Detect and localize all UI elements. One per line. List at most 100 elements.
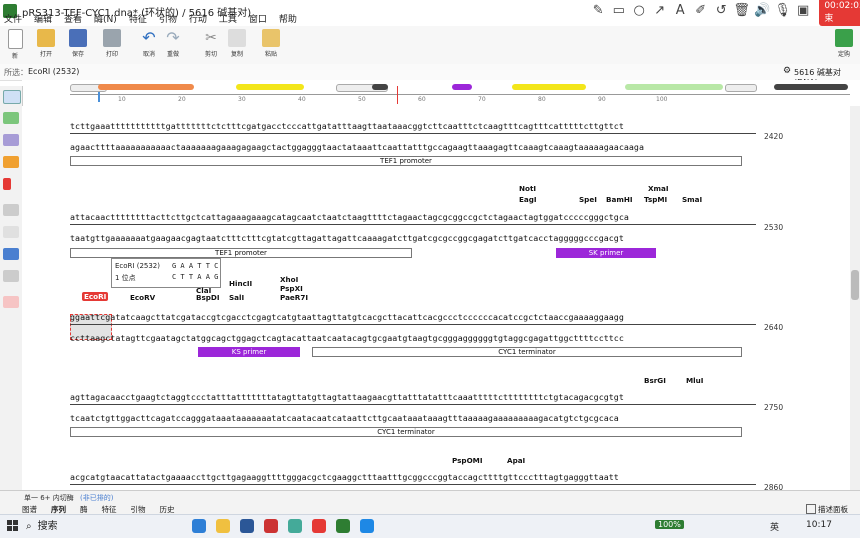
highlighter-icon[interactable]: ✐: [690, 1, 710, 21]
scrollbar-thumb[interactable]: [851, 270, 859, 300]
enzyme-label[interactable]: SalI: [229, 293, 244, 302]
lines-icon[interactable]: [3, 134, 19, 146]
map-feature-yellow[interactable]: [236, 84, 304, 90]
top-strand[interactable]: attacaacttttttttacttcttgctcattagaaagaaag…: [70, 212, 629, 222]
linear-map[interactable]: 10 20 30 40 50 60 70 80 90 100: [22, 80, 860, 107]
circle-icon[interactable]: ○: [629, 1, 649, 21]
top-strand[interactable]: agttagacaacctgaagtctaggtccctatttattttttt…: [70, 392, 624, 402]
enzyme-set-label[interactable]: 单一 6+ 内切酶: [24, 493, 74, 503]
record-timer-button[interactable]: 00:02:05 结束: [819, 0, 860, 26]
text-icon[interactable]: A: [670, 1, 690, 21]
copy-button[interactable]: 复制: [225, 29, 249, 58]
windows-start-icon[interactable]: [7, 520, 19, 532]
feature-tef1-promoter[interactable]: TEF1 promoter: [70, 248, 412, 258]
map-feature-green[interactable]: [625, 84, 723, 90]
enzyme-label[interactable]: ApaI: [507, 456, 525, 465]
feature-ks-primer[interactable]: KS primer: [198, 347, 300, 357]
enzyme-label[interactable]: HincII: [229, 279, 252, 288]
arrow-icon[interactable]: ↗: [649, 1, 669, 21]
map-feature-yellow-2[interactable]: [512, 84, 586, 90]
print-button[interactable]: 打印: [100, 29, 124, 58]
menu-help[interactable]: 帮助: [279, 12, 297, 25]
menu-edit[interactable]: 编辑: [34, 12, 52, 25]
input-language[interactable]: 英: [770, 520, 779, 533]
map-feature-purple[interactable]: [452, 84, 472, 90]
menu-window[interactable]: 窗口: [249, 12, 267, 25]
word-icon[interactable]: [240, 519, 254, 533]
enzyme-set-note[interactable]: (非已排的): [80, 493, 113, 503]
undo-icon[interactable]: ↺: [711, 1, 731, 21]
arrow-right-icon[interactable]: [3, 112, 19, 124]
open-button[interactable]: 打开: [34, 29, 58, 58]
menu-tools[interactable]: 工具: [219, 12, 237, 25]
enzyme-label[interactable]: PspXI: [280, 284, 303, 293]
menu-actions[interactable]: 行动: [189, 12, 207, 25]
top-strand[interactable]: ggaattcgatatcaagcttatcgataccgtcgacctcgag…: [70, 312, 624, 322]
enzyme-label[interactable]: PspOMI: [452, 456, 483, 465]
swap-icon[interactable]: [3, 156, 19, 168]
reverse-complement-icon[interactable]: [3, 296, 19, 308]
bottom-strand[interactable]: ccttaagctatagttcgaatagctatggcagctggagctc…: [70, 333, 624, 343]
camera-icon[interactable]: ▣: [793, 1, 813, 21]
map-feature-gray-3[interactable]: [725, 84, 757, 92]
file-explorer-icon[interactable]: [216, 519, 230, 533]
top-strand[interactable]: acgcatgtaacattatactgaaaaccttgcttgagaaggt…: [70, 472, 619, 482]
bottom-strand[interactable]: tcaatctgttggacttcagatccagggataaataaaaaaa…: [70, 413, 619, 423]
edge-icon[interactable]: [192, 519, 206, 533]
app-icon-blue[interactable]: [360, 519, 374, 533]
feature-cyc1-terminator[interactable]: CYC1 terminator: [312, 347, 742, 357]
feature-cyc1-terminator[interactable]: CYC1 terminator: [70, 427, 742, 437]
new-button[interactable]: 新: [3, 29, 27, 60]
gear-icon[interactable]: ⚙: [783, 66, 791, 76]
app-icon-red[interactable]: [264, 519, 278, 533]
menu-file[interactable]: 文件: [4, 12, 22, 25]
map-feature-orange[interactable]: [98, 84, 194, 90]
snapgene-icon[interactable]: [336, 519, 350, 533]
battery-indicator[interactable]: 100%: [655, 520, 684, 529]
enzyme-label[interactable]: PaeR7I: [280, 293, 308, 302]
speaker-icon[interactable]: 🔊: [752, 1, 772, 21]
spacing-icon[interactable]: [3, 270, 19, 282]
circular-icon[interactable]: [3, 178, 11, 190]
enzyme-label[interactable]: BspDI: [196, 293, 220, 302]
enzyme-label[interactable]: XhoI: [280, 275, 298, 284]
enzyme-label[interactable]: BamHI: [606, 195, 633, 204]
taskbar-search[interactable]: ⌕ 搜索: [26, 518, 176, 535]
enzyme-label-selected[interactable]: EcoRI: [82, 292, 109, 301]
bottom-strand[interactable]: taatgttgaaaaaaatgaagaacgagtaatctttctttcg…: [70, 233, 624, 243]
feature-sk-primer[interactable]: SK primer: [556, 248, 656, 258]
rectangle-icon[interactable]: ▭: [608, 1, 628, 21]
map-cursor[interactable]: [98, 92, 100, 102]
enzyme-label[interactable]: EcoRV: [130, 293, 155, 302]
trash-icon[interactable]: 🗑: [731, 1, 751, 21]
menu-view[interactable]: 查看: [64, 12, 82, 25]
description-panel-checkbox[interactable]: [806, 504, 816, 514]
enzyme-label[interactable]: MluI: [686, 376, 703, 385]
enzyme-label[interactable]: BsrGI: [644, 376, 666, 385]
enzyme-label[interactable]: TspMI: [644, 195, 667, 204]
top-strand[interactable]: tcttgaaatttttttttttgatttttttctctttcgatga…: [70, 121, 624, 131]
translation-icon[interactable]: [3, 248, 19, 260]
menu-primers[interactable]: 引物: [159, 12, 177, 25]
redo-button[interactable]: ↷ 重做: [161, 29, 185, 59]
menu-features[interactable]: 特征: [129, 12, 147, 25]
clock[interactable]: 10:17: [806, 520, 832, 530]
app-icon-green[interactable]: [288, 519, 302, 533]
map-feature-dark-2[interactable]: [774, 84, 848, 90]
enzyme-label[interactable]: SpeI: [579, 195, 597, 204]
menu-enzymes[interactable]: 酶(N): [94, 12, 117, 25]
pen-icon[interactable]: ✎: [588, 1, 608, 21]
map-feature-dark[interactable]: [372, 84, 388, 90]
enzyme-label[interactable]: SmaI: [682, 195, 702, 204]
cut-button[interactable]: ✂ 剪切: [199, 29, 223, 58]
bottom-strand[interactable]: agaacttttaaaaaaaaaaactaaaaaaagaaagagaagc…: [70, 142, 644, 152]
undo-button[interactable]: ↶ 取消: [137, 29, 161, 59]
app-icon-red-2[interactable]: [312, 519, 326, 533]
sequence-view[interactable]: tcttgaaatttttttttttgatttttttctctttcgatga…: [22, 106, 850, 490]
numbering-icon[interactable]: [3, 226, 19, 238]
view-map-icon[interactable]: [3, 90, 21, 104]
feature-tef1-promoter[interactable]: TEF1 promoter: [70, 156, 742, 166]
save-button[interactable]: 保存: [66, 29, 90, 58]
ruler-icon[interactable]: [3, 204, 19, 216]
enzyme-label[interactable]: EagI: [519, 195, 537, 204]
